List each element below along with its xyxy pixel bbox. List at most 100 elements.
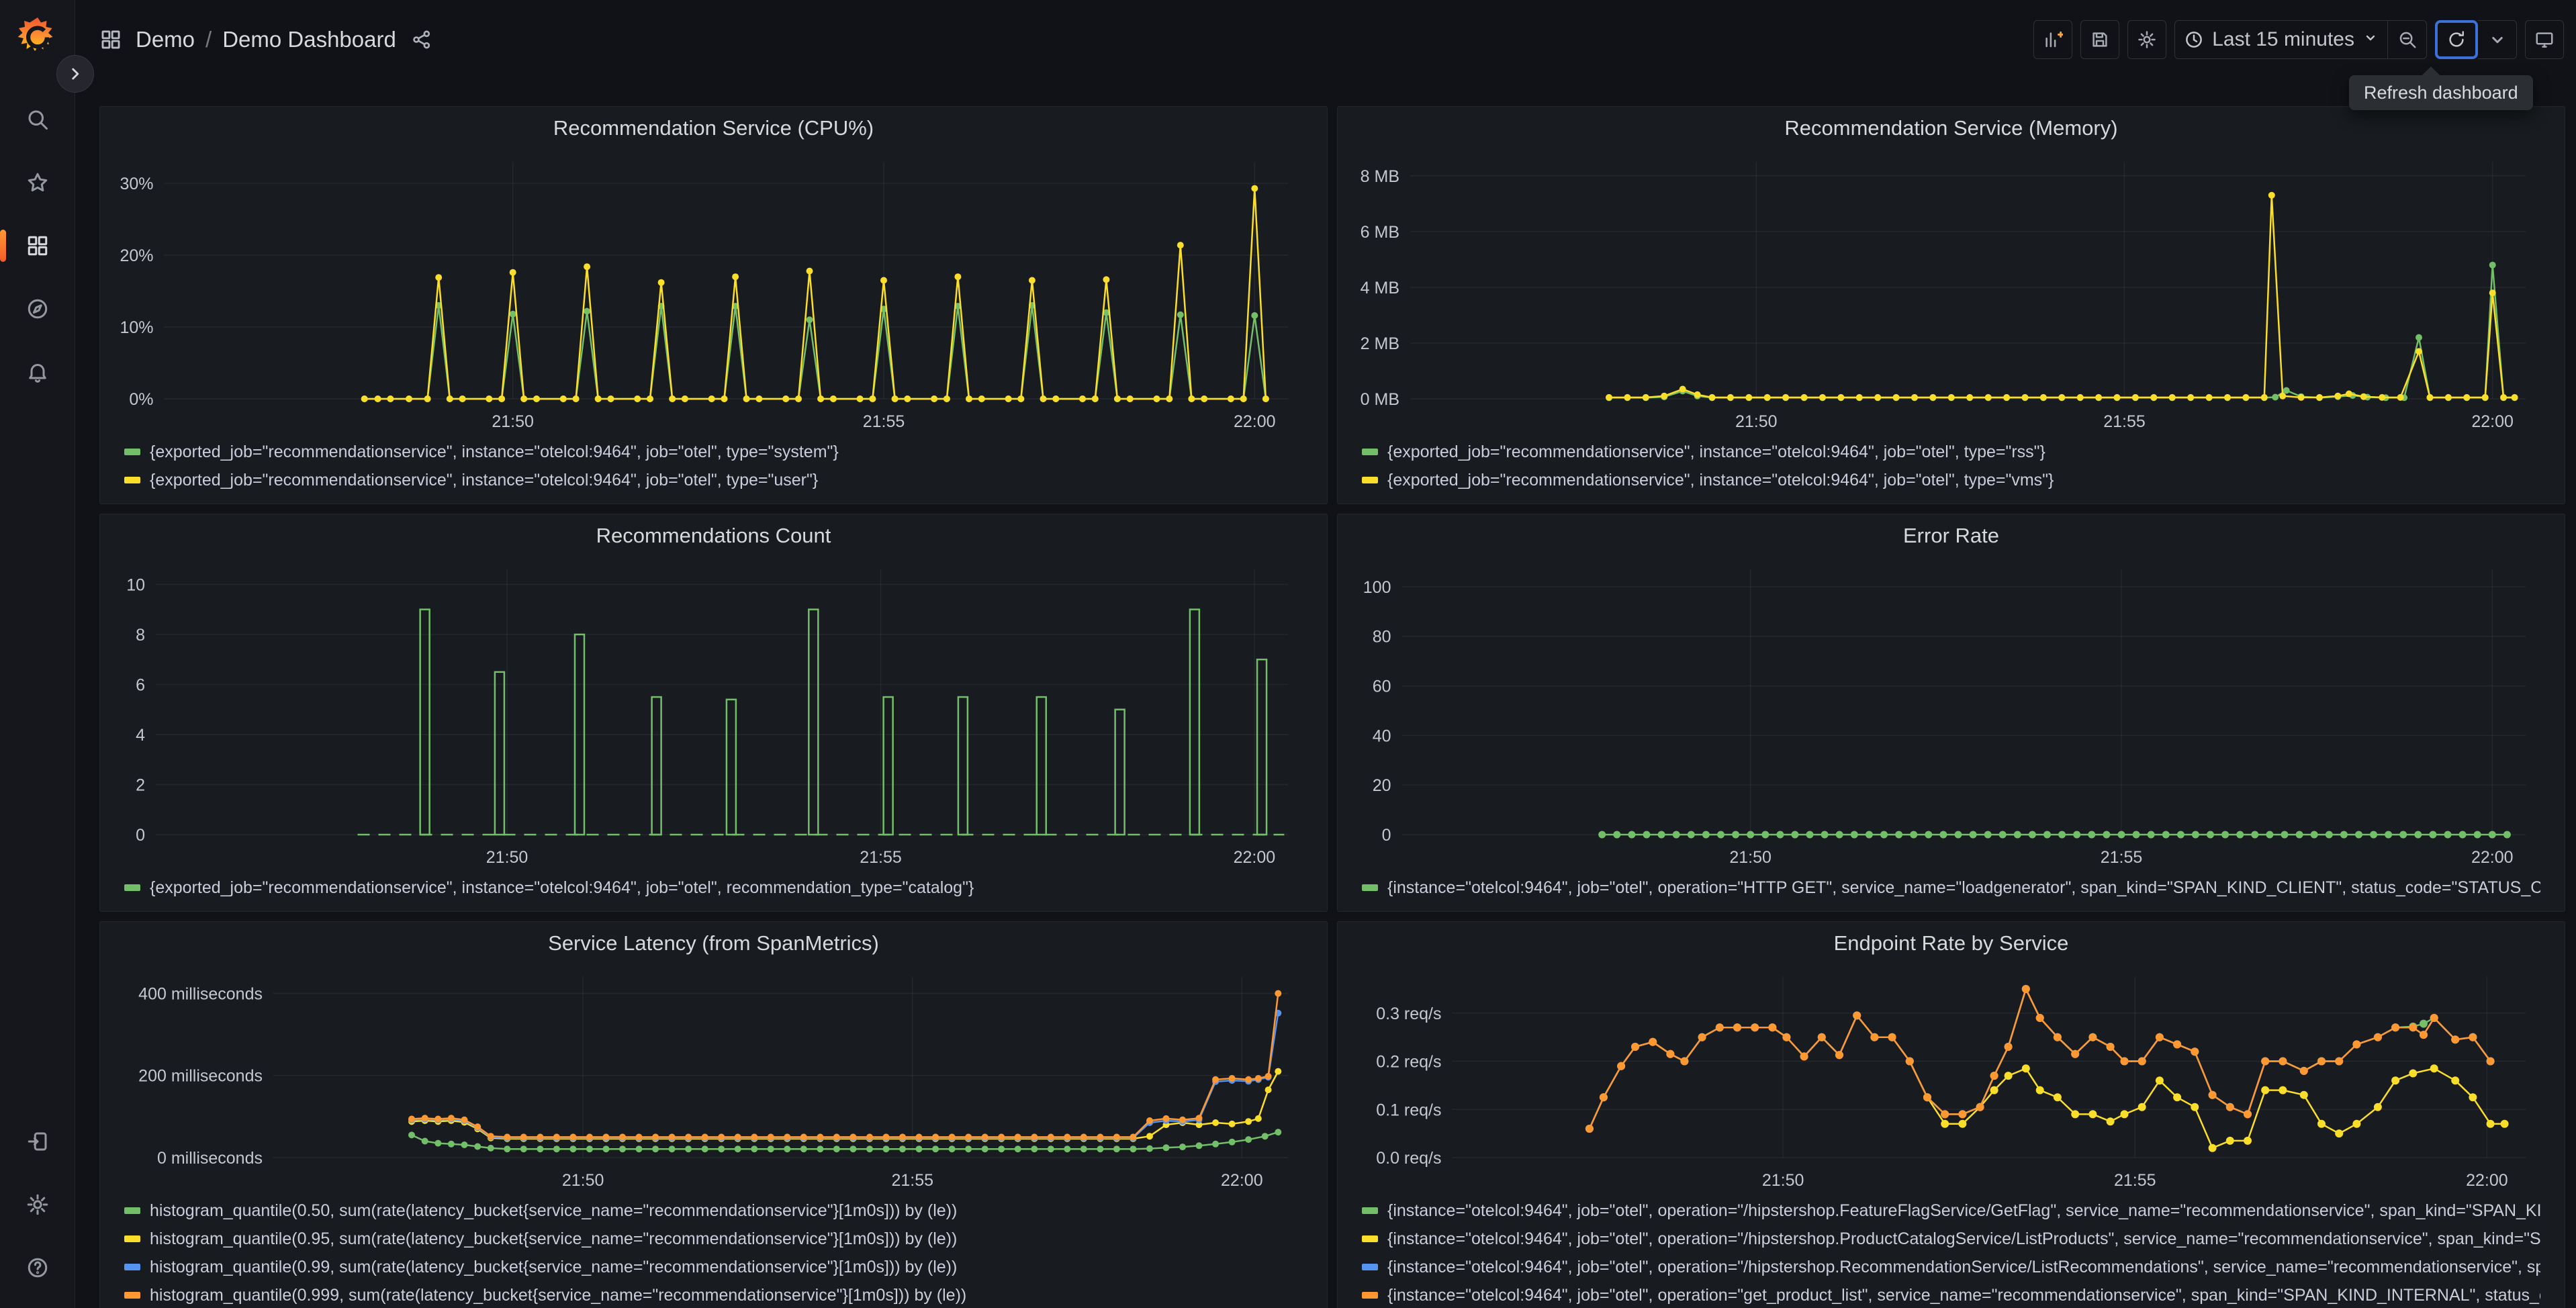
sidebar-item-settings[interactable] [17, 1184, 58, 1225]
svg-text:0: 0 [136, 826, 145, 845]
legend-label: {exported_job="recommendationservice", i… [150, 878, 974, 897]
refresh-icon [2449, 31, 2464, 47]
legend-item[interactable]: histogram_quantile(0.99, sum(rate(latenc… [124, 1253, 1303, 1281]
add-panel-icon [2045, 31, 2064, 48]
dashboard-header: Demo / Demo Dashboard Last 15 minutes [75, 0, 2576, 79]
time-controls-group: Last 15 minutes [2174, 20, 2427, 59]
legend-item[interactable]: histogram_quantile(0.95, sum(rate(latenc… [124, 1225, 1303, 1253]
panel-legend: {exported_job="recommendationservice", i… [115, 435, 1312, 500]
legend-swatch [124, 1292, 140, 1299]
legend-item[interactable]: {instance="otelcol:9464", job="otel", op… [1362, 1281, 2540, 1308]
svg-text:2 MB: 2 MB [1361, 334, 1399, 353]
dashboard-settings-button[interactable] [2127, 20, 2167, 59]
svg-text:21:50: 21:50 [486, 848, 528, 867]
svg-text:10%: 10% [120, 318, 153, 337]
dashboard-grid: Recommendation Service (CPU%) 21:50 21:55… [75, 79, 2576, 1308]
legend-swatch [1362, 1292, 1378, 1299]
legend-item[interactable]: {instance="otelcol:9464", job="otel", op… [1362, 874, 2540, 902]
svg-text:6: 6 [136, 675, 145, 694]
sidebar-item-sign-in[interactable] [17, 1121, 58, 1162]
panel-chart[interactable]: 21:50 21:55 22:00 0 20 40 60 80 100 [1352, 551, 2550, 871]
svg-text:22:00: 22:00 [2471, 412, 2514, 431]
legend-item[interactable]: {instance="otelcol:9464", job="otel", op… [1362, 1225, 2540, 1253]
legend-swatch [1362, 1235, 1378, 1242]
share-dashboard-button[interactable] [411, 29, 432, 50]
sidebar-item-search[interactable] [17, 99, 58, 140]
legend-item[interactable]: {exported_job="recommendationservice", i… [124, 466, 1303, 494]
panel-recommendation-cpu: Recommendation Service (CPU%) 21:50 21:55… [99, 106, 1328, 504]
breadcrumb-dashboards-icon-button[interactable] [99, 28, 122, 51]
dashboard-toolbar: Last 15 minutes [2033, 20, 2564, 59]
panel-title[interactable]: Error Rate [1352, 521, 2550, 551]
breadcrumb-trail: Demo / Demo Dashboard [136, 27, 432, 52]
sidebar [0, 0, 75, 1308]
legend-item[interactable]: {exported_job="recommendationservice", i… [124, 874, 1303, 902]
panel-chart[interactable]: 21:50 21:55 22:00 0.0 req/s 0.1 req/s 0.2 req… [1352, 958, 2550, 1194]
panel-chart[interactable]: 21:50 21:55 22:00 0 milliseconds 200 millise… [115, 958, 1312, 1194]
legend-item[interactable]: {exported_job="recommendationservice", i… [1362, 438, 2540, 466]
legend-item[interactable]: {exported_job="recommendationservice", i… [124, 438, 1303, 466]
panel-endpoint-rate: Endpoint Rate by Service 21:50 21:55 22:00… [1337, 921, 2565, 1308]
refresh-dashboard-button[interactable] [2435, 20, 2478, 59]
breadcrumb-dashboard[interactable]: Demo Dashboard [222, 27, 396, 52]
sidebar-item-dashboards[interactable] [0, 226, 58, 266]
panel-service-latency: Service Latency (from SpanMetrics) 21:50… [99, 921, 1328, 1308]
svg-text:400 milliseconds: 400 milliseconds [138, 984, 263, 1003]
refresh-tooltip-text: Refresh dashboard [2364, 82, 2518, 103]
time-range-label: Last 15 minutes [2212, 28, 2354, 50]
panel-title[interactable]: Recommendation Service (Memory) [1352, 113, 2550, 143]
legend-swatch [1362, 477, 1378, 483]
sidebar-item-help[interactable] [17, 1248, 58, 1288]
panel-title[interactable]: Recommendations Count [115, 521, 1312, 551]
sidebar-item-favorites[interactable] [17, 162, 58, 203]
panel-chart[interactable]: 21:50 21:55 22:00 0% 10% 20% 30% [115, 143, 1312, 435]
svg-text:21:50: 21:50 [1729, 848, 1772, 867]
svg-text:0.2 req/s: 0.2 req/s [1376, 1053, 1441, 1072]
legend-item[interactable]: histogram_quantile(0.50, sum(rate(latenc… [124, 1197, 1303, 1225]
refresh-tooltip: Refresh dashboard [2349, 75, 2533, 110]
svg-text:100: 100 [1363, 578, 1391, 597]
svg-text:20: 20 [1373, 776, 1391, 795]
legend-item[interactable]: histogram_quantile(0.999, sum(rate(laten… [124, 1281, 1303, 1308]
legend-label: {instance="otelcol:9464", job="otel", op… [1387, 1201, 2540, 1220]
refresh-interval-button[interactable] [2478, 20, 2517, 59]
legend-label: {exported_job="recommendationservice", i… [150, 470, 819, 489]
panel-title[interactable]: Endpoint Rate by Service [1352, 929, 2550, 958]
legend-item[interactable]: {instance="otelcol:9464", job="otel", op… [1362, 1197, 2540, 1225]
svg-text:21:50: 21:50 [1735, 412, 1778, 431]
grafana-logo[interactable] [16, 15, 59, 58]
cycle-view-icon [2536, 32, 2553, 48]
sidebar-item-alerting[interactable] [17, 352, 58, 392]
save-dashboard-button[interactable] [2080, 20, 2120, 59]
breadcrumb-folder[interactable]: Demo [136, 27, 195, 52]
sidebar-nav-bottom [17, 1121, 58, 1288]
svg-text:22:00: 22:00 [1221, 1171, 1263, 1190]
chevron-right-icon [72, 68, 79, 80]
legend-item[interactable]: {exported_job="recommendationservice", i… [1362, 466, 2540, 494]
svg-text:22:00: 22:00 [2466, 1171, 2508, 1190]
panel-chart[interactable]: 21:50 21:55 22:00 0 2 4 6 8 10 [115, 551, 1312, 871]
apps-grid-icon [101, 30, 120, 49]
svg-text:22:00: 22:00 [1234, 848, 1276, 867]
expand-sidebar-button[interactable] [56, 55, 94, 93]
grafana-logo-icon [17, 17, 52, 51]
zoom-out-time-button[interactable] [2388, 20, 2427, 59]
panel-title[interactable]: Service Latency (from SpanMetrics) [115, 929, 1312, 958]
panel-legend: {exported_job="recommendationservice", i… [115, 871, 1312, 907]
time-range-picker[interactable]: Last 15 minutes [2174, 20, 2388, 59]
legend-label: {exported_job="recommendationservice", i… [1387, 470, 2054, 489]
svg-text:8 MB: 8 MB [1361, 167, 1399, 186]
sidebar-item-explore[interactable] [17, 289, 58, 329]
cycle-view-mode-button[interactable] [2525, 20, 2564, 59]
legend-item[interactable]: {instance="otelcol:9464", job="otel", op… [1362, 1253, 2540, 1281]
panel-title[interactable]: Recommendation Service (CPU%) [115, 113, 1312, 143]
panel-chart[interactable]: 21:50 21:55 22:00 0 MB 2 MB 4 MB 6 MB 8 MB [1352, 143, 2550, 435]
breadcrumb-separator: / [205, 27, 212, 52]
main-area: Demo / Demo Dashboard Last 15 minutes Re… [75, 0, 2576, 1308]
svg-text:21:50: 21:50 [562, 1171, 604, 1190]
legend-swatch [124, 449, 140, 455]
svg-text:0: 0 [1382, 826, 1391, 845]
star-icon [28, 173, 47, 192]
svg-text:0%: 0% [129, 390, 153, 409]
add-panel-button[interactable] [2033, 20, 2073, 59]
